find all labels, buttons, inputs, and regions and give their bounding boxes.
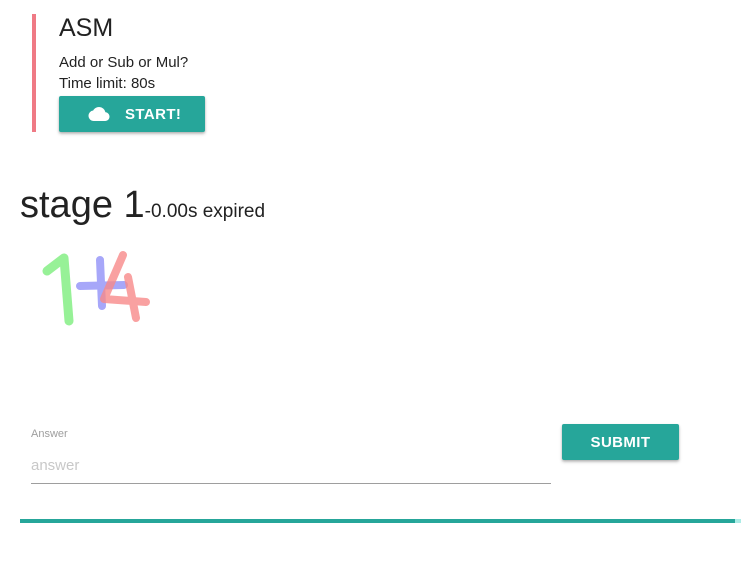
answer-input[interactable] [31, 448, 551, 484]
time-limit: Time limit: 80s [59, 75, 156, 92]
submit-button[interactable]: SUBMIT [562, 424, 679, 460]
progress-bar [20, 519, 741, 523]
stage-title: stage 1 [20, 184, 145, 226]
challenge-card: ASM Add or Sub or Mul? Time limit: 80s S… [32, 14, 282, 132]
progress-fill [20, 519, 736, 523]
captcha-digit-one [42, 253, 74, 326]
challenge-description: Add or Sub or Mul? [59, 54, 189, 71]
cloud-icon [88, 107, 110, 121]
stage-timer: -0.00s expired [144, 201, 266, 222]
answer-label: Answer [31, 428, 68, 440]
start-button[interactable]: START! [59, 96, 205, 132]
challenge-title: ASM [59, 14, 114, 42]
stage-heading: stage 1-0.00s expired [20, 183, 265, 227]
start-button-label: START! [125, 105, 182, 123]
captcha-image [42, 251, 150, 326]
